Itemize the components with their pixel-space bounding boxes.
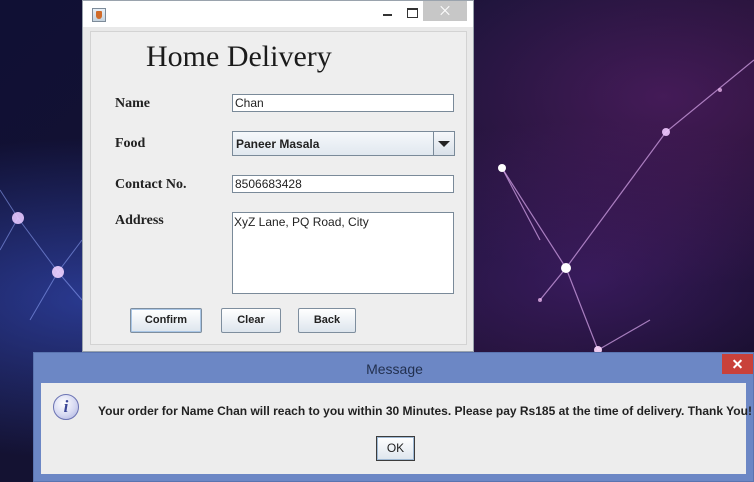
information-icon: i bbox=[53, 394, 79, 420]
chevron-down-icon[interactable] bbox=[433, 132, 454, 155]
page-title: Home Delivery bbox=[146, 40, 332, 73]
contact-label: Contact No. bbox=[115, 177, 187, 192]
name-label: Name bbox=[115, 96, 150, 111]
address-label: Address bbox=[115, 213, 164, 228]
dialog-message: Your order for Name Chan will reach to y… bbox=[98, 404, 752, 418]
back-button[interactable]: Back bbox=[298, 308, 356, 333]
clear-button[interactable]: Clear bbox=[221, 308, 281, 333]
contact-field[interactable]: 8506683428 bbox=[232, 175, 454, 193]
food-dropdown[interactable]: Paneer Masala bbox=[232, 131, 455, 156]
dialog-title: Message bbox=[366, 361, 423, 377]
dialog-body: i Your order for Name Chan will reach to… bbox=[41, 383, 752, 474]
address-textarea[interactable]: XyZ Lane, PQ Road, City bbox=[232, 212, 454, 294]
java-cup-icon[interactable] bbox=[92, 8, 106, 22]
home-delivery-window: Home Delivery Name Chan Food Paneer Masa… bbox=[82, 0, 474, 352]
food-selected-value: Paneer Masala bbox=[236, 137, 320, 151]
close-icon[interactable] bbox=[423, 1, 467, 21]
window-titlebar[interactable] bbox=[83, 1, 473, 27]
form-panel: Home Delivery Name Chan Food Paneer Masa… bbox=[90, 31, 467, 345]
ok-button[interactable]: OK bbox=[376, 436, 415, 461]
close-icon[interactable] bbox=[722, 354, 753, 374]
name-field[interactable]: Chan bbox=[232, 94, 454, 112]
food-label: Food bbox=[115, 136, 146, 151]
confirm-button[interactable]: Confirm bbox=[130, 308, 202, 333]
message-dialog: Message i Your order for Name Chan will … bbox=[33, 352, 754, 482]
